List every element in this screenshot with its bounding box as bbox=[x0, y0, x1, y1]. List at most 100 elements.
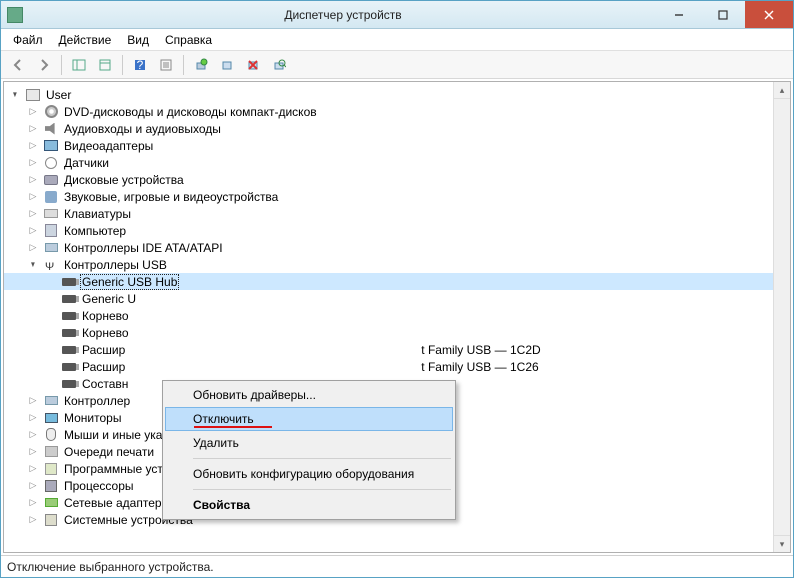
node-label: Звуковые, игровые и видеоустройства bbox=[62, 190, 280, 204]
expander-icon[interactable] bbox=[26, 156, 40, 170]
context-item[interactable]: Удалить bbox=[165, 431, 453, 455]
tree-row[interactable]: Расширt Family USB — 1C2D bbox=[4, 341, 790, 358]
context-menu[interactable]: Обновить драйверы...ОтключитьУдалить Обно… bbox=[162, 380, 456, 520]
tree-row[interactable]: Звуковые, игровые и видеоустройства bbox=[4, 188, 790, 205]
expander-icon[interactable] bbox=[26, 445, 40, 459]
expander-icon[interactable] bbox=[26, 496, 40, 510]
context-item[interactable]: Обновить конфигурацию оборудования bbox=[165, 462, 453, 486]
help-button[interactable]: ? bbox=[128, 53, 152, 77]
context-item[interactable]: Отключить bbox=[165, 407, 453, 431]
node-icon bbox=[61, 308, 77, 324]
node-icon bbox=[43, 393, 59, 409]
node-label: DVD-дисководы и дисководы компакт-дисков bbox=[62, 105, 319, 119]
node-icon bbox=[43, 104, 59, 120]
expander-icon[interactable] bbox=[26, 428, 40, 442]
tree-row[interactable]: Аудиовходы и аудиовыходы bbox=[4, 120, 790, 137]
context-item-label: Обновить конфигурацию оборудования bbox=[193, 467, 414, 481]
uninstall-button[interactable] bbox=[241, 53, 265, 77]
node-icon bbox=[43, 257, 59, 273]
forward-button[interactable] bbox=[32, 53, 56, 77]
view-button[interactable] bbox=[154, 53, 178, 77]
highlight-underline bbox=[194, 426, 272, 428]
node-icon bbox=[43, 189, 59, 205]
node-icon bbox=[43, 461, 59, 477]
tree-row[interactable]: Generic USB Hub bbox=[4, 273, 790, 290]
context-item[interactable]: Обновить драйверы... bbox=[165, 383, 453, 407]
tree-row[interactable]: Корнево bbox=[4, 307, 790, 324]
enable-button[interactable] bbox=[215, 53, 239, 77]
tree-row[interactable]: Клавиатуры bbox=[4, 205, 790, 222]
close-button[interactable] bbox=[745, 1, 793, 28]
node-icon bbox=[43, 512, 59, 528]
tree-row[interactable]: Расширt Family USB — 1C26 bbox=[4, 358, 790, 375]
expander-icon[interactable] bbox=[26, 394, 40, 408]
context-item[interactable]: Свойства bbox=[165, 493, 453, 517]
expander-icon[interactable] bbox=[26, 224, 40, 238]
node-label: Расшир bbox=[80, 360, 127, 374]
expander-icon[interactable] bbox=[26, 411, 40, 425]
tree-row[interactable]: User bbox=[4, 86, 790, 103]
maximize-button[interactable] bbox=[701, 1, 745, 28]
tree-row[interactable]: Контроллеры IDE ATA/ATAPI bbox=[4, 239, 790, 256]
expander-icon[interactable] bbox=[26, 122, 40, 136]
tree-row[interactable]: Компьютер bbox=[4, 222, 790, 239]
scroll-up-icon[interactable]: ▴ bbox=[774, 82, 790, 99]
tree-row[interactable]: Видеоадаптеры bbox=[4, 137, 790, 154]
toolbar-separator bbox=[61, 55, 62, 75]
expander-icon[interactable] bbox=[26, 513, 40, 527]
expander-icon[interactable] bbox=[26, 139, 40, 153]
node-icon bbox=[43, 206, 59, 222]
expander-icon[interactable] bbox=[26, 479, 40, 493]
node-label: Контроллеры USB bbox=[62, 258, 169, 272]
expander-icon[interactable] bbox=[26, 462, 40, 476]
menubar: Файл Действие Вид Справка bbox=[1, 29, 793, 51]
vertical-scrollbar[interactable]: ▴ ▾ bbox=[773, 82, 790, 552]
menu-file[interactable]: Файл bbox=[5, 31, 51, 49]
scroll-down-icon[interactable]: ▾ bbox=[774, 535, 790, 552]
back-button[interactable] bbox=[6, 53, 30, 77]
expander-icon[interactable] bbox=[8, 88, 22, 102]
node-icon bbox=[43, 478, 59, 494]
expander-icon[interactable] bbox=[26, 207, 40, 221]
toolbar: ? bbox=[1, 51, 793, 79]
tree-row[interactable]: Дисковые устройства bbox=[4, 171, 790, 188]
node-icon bbox=[43, 172, 59, 188]
scan-button[interactable] bbox=[267, 53, 291, 77]
node-icon bbox=[61, 274, 77, 290]
node-label: Очереди печати bbox=[62, 445, 156, 459]
device-manager-window: Диспетчер устройств Файл Действие Вид Сп… bbox=[0, 0, 794, 578]
tree-row[interactable]: Датчики bbox=[4, 154, 790, 171]
show-hide-tree-button[interactable] bbox=[67, 53, 91, 77]
expander-icon[interactable] bbox=[26, 258, 40, 272]
menu-action[interactable]: Действие bbox=[51, 31, 120, 49]
svg-text:?: ? bbox=[137, 58, 144, 72]
window-title: Диспетчер устройств bbox=[29, 8, 657, 22]
context-item-label: Свойства bbox=[193, 498, 250, 512]
node-icon bbox=[43, 138, 59, 154]
node-icon bbox=[61, 342, 77, 358]
expander-icon[interactable] bbox=[26, 241, 40, 255]
minimize-button[interactable] bbox=[657, 1, 701, 28]
titlebar[interactable]: Диспетчер устройств bbox=[1, 1, 793, 29]
update-driver-button[interactable] bbox=[189, 53, 213, 77]
expander-icon[interactable] bbox=[26, 105, 40, 119]
app-icon bbox=[7, 7, 23, 23]
node-label: Аудиовходы и аудиовыходы bbox=[62, 122, 223, 136]
node-label-suffix: t Family USB — 1C2D bbox=[421, 343, 540, 357]
tree-row[interactable]: Корнево bbox=[4, 324, 790, 341]
tree-row[interactable]: Generic U bbox=[4, 290, 790, 307]
expander-icon[interactable] bbox=[26, 173, 40, 187]
expander-icon[interactable] bbox=[26, 190, 40, 204]
tree-row[interactable]: Контроллеры USB bbox=[4, 256, 790, 273]
tree-row[interactable]: DVD-дисководы и дисководы компакт-дисков bbox=[4, 103, 790, 120]
node-icon bbox=[43, 223, 59, 239]
node-label: Видеоадаптеры bbox=[62, 139, 155, 153]
node-label: Датчики bbox=[62, 156, 111, 170]
toolbar-separator bbox=[122, 55, 123, 75]
node-icon bbox=[61, 376, 77, 392]
node-label: Мониторы bbox=[62, 411, 123, 425]
node-icon bbox=[43, 155, 59, 171]
menu-help[interactable]: Справка bbox=[157, 31, 220, 49]
menu-view[interactable]: Вид bbox=[119, 31, 157, 49]
properties-button[interactable] bbox=[93, 53, 117, 77]
